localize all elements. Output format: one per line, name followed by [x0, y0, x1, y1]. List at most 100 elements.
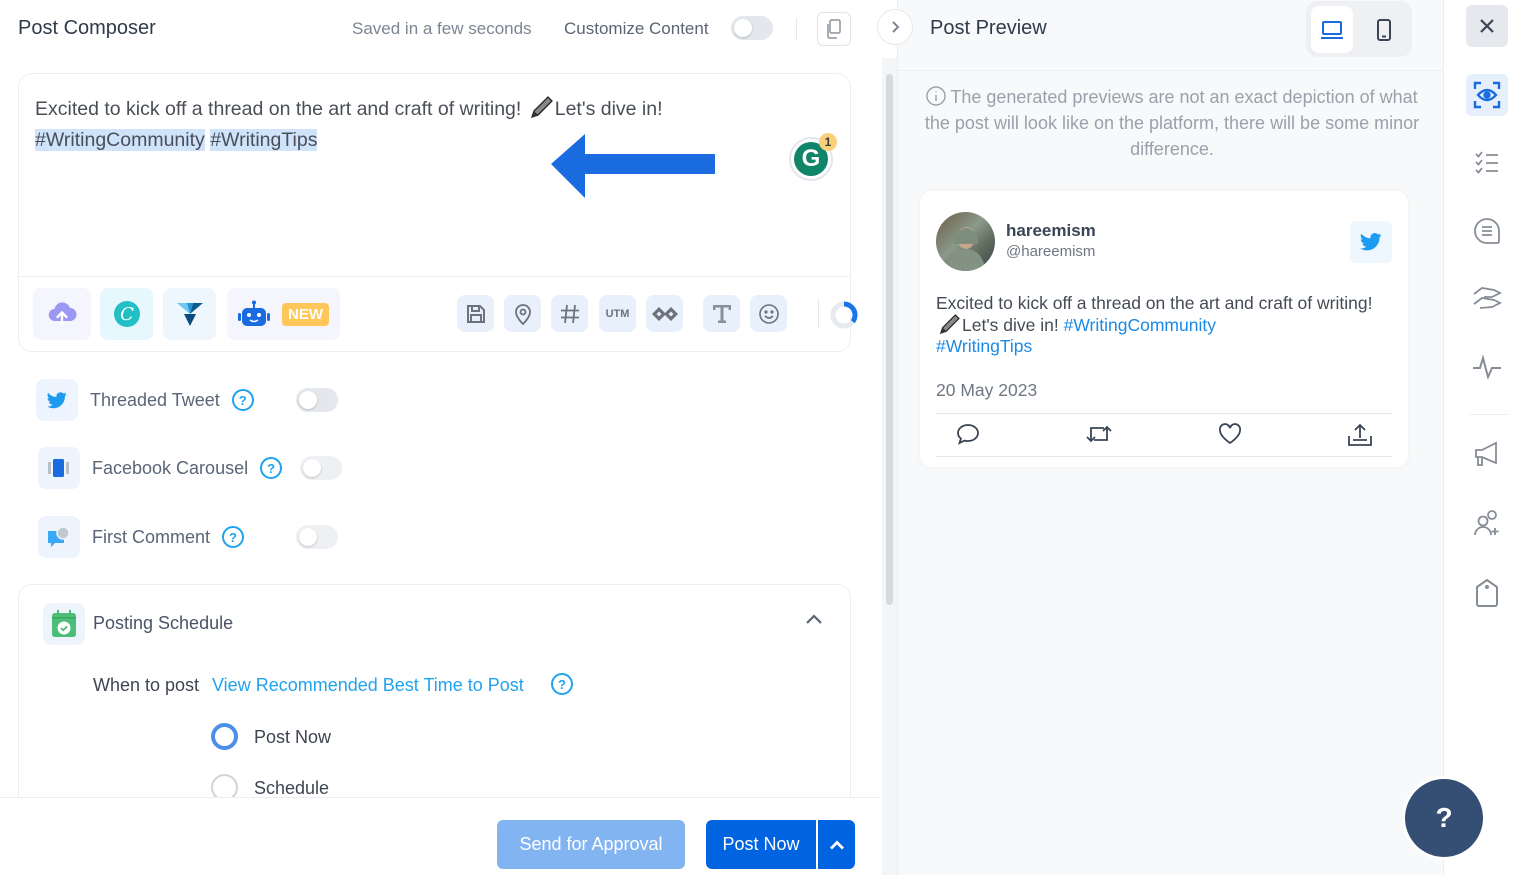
composer-scrollbar[interactable] [886, 74, 893, 605]
preview-disclaimer-text: The generated previews are not an exact … [924, 87, 1420, 159]
rail-tag-button[interactable] [1466, 572, 1508, 614]
preview-title: Post Preview [930, 17, 1047, 39]
hashtag-writing-tips: #WritingTips [210, 129, 318, 151]
rail-preview-button[interactable] [1466, 74, 1508, 116]
rail-collaboration-button[interactable] [1466, 277, 1508, 319]
tweet-date: 20 May 2023 [936, 380, 1038, 400]
chevron-up-icon [829, 840, 844, 849]
mobile-preview-button[interactable] [1363, 6, 1405, 53]
pencil-emoji-icon [939, 314, 960, 334]
tweet-text-2: Let's dive in! [962, 315, 1064, 335]
vistacreate-button[interactable] [163, 288, 216, 340]
location-button[interactable] [504, 295, 541, 332]
hashtag-writing-community: #WritingCommunity [35, 129, 205, 151]
customize-content-toggle[interactable] [731, 16, 773, 40]
post-composer: Post Composer Saved in a few seconds Cus… [0, 0, 880, 875]
hashtag-icon [560, 304, 579, 323]
upload-media-button[interactable] [33, 288, 91, 340]
new-badge: NEW [282, 302, 329, 326]
close-button[interactable] [1466, 5, 1508, 47]
floppy-disk-icon [466, 304, 485, 323]
save-draft-button[interactable] [457, 295, 494, 332]
tweet-hashtag-writing-community[interactable]: #WritingCommunity [1064, 315, 1216, 335]
preview-disclaimer: The generated previews are not an exact … [912, 84, 1432, 162]
ai-assistant-button[interactable]: NEW [227, 288, 340, 340]
laptop-icon [1321, 20, 1343, 39]
posting-schedule-card: Posting Schedule When to post View Recom… [18, 584, 851, 814]
preview-header: Post Preview [898, 0, 1444, 71]
editor-divider [19, 276, 850, 277]
post-now-button[interactable]: Post Now [706, 820, 816, 869]
best-time-help-icon[interactable]: ? [551, 673, 573, 695]
vistacreate-icon [176, 303, 203, 326]
customize-content-label: Customize Content [564, 19, 709, 38]
share-icon[interactable] [1347, 423, 1373, 447]
chevron-right-icon [891, 21, 899, 33]
smiley-icon [758, 303, 779, 324]
first-comment-help-icon[interactable]: ? [222, 526, 245, 548]
facebook-carousel-toggle[interactable] [300, 456, 343, 480]
device-toggle [1306, 1, 1412, 57]
utm-button[interactable]: UTM [599, 295, 636, 332]
send-for-approval-button[interactable]: Send for Approval [497, 820, 685, 869]
post-text-main: Excited to kick off a thread on the art … [35, 98, 527, 120]
canva-button[interactable]: C [100, 288, 153, 340]
post-options-dropdown-button[interactable] [818, 820, 855, 869]
carousel-option-icon-box [38, 447, 80, 489]
annotation-arrow-icon [551, 134, 715, 198]
rail-add-user-button[interactable] [1466, 502, 1508, 544]
threaded-tweet-toggle[interactable] [295, 388, 338, 412]
help-button[interactable]: ? [1405, 779, 1483, 857]
twitter-icon [1360, 233, 1382, 251]
avatar-image [946, 227, 986, 271]
right-rail [1443, 0, 1518, 875]
facebook-carousel-label: Facebook Carousel [92, 457, 249, 478]
post-now-radio[interactable] [211, 723, 238, 750]
cloud-upload-icon [48, 302, 77, 327]
posting-schedule-title: Posting Schedule [93, 613, 234, 633]
rail-checklist-button[interactable] [1466, 142, 1508, 184]
copy-button[interactable] [817, 12, 851, 46]
rail-comments-button[interactable] [1466, 210, 1508, 252]
emoji-button[interactable] [750, 295, 787, 332]
calendar-check-icon [52, 610, 76, 637]
desktop-preview-button[interactable] [1311, 6, 1353, 53]
tweet-author-name: hareemism [1006, 221, 1096, 240]
twitter-icon [47, 391, 67, 408]
threaded-tweet-help-icon[interactable]: ? [231, 389, 254, 411]
facebook-carousel-help-icon[interactable]: ? [260, 457, 283, 479]
grammarly-button[interactable]: G 1 [789, 133, 837, 181]
reply-icon[interactable] [956, 423, 980, 445]
tweet-author-handle: @hareemism [1006, 243, 1096, 260]
hashtag-button[interactable] [551, 295, 588, 332]
link-shortener-icon [651, 306, 678, 321]
post-preview-panel: Post Preview The generated previews are … [897, 0, 1444, 875]
comment-option-icon-box [38, 516, 80, 558]
info-icon [926, 86, 947, 106]
best-time-link[interactable]: View Recommended Best Time to Post [212, 675, 524, 696]
avatar [936, 212, 995, 271]
post-now-radio-label: Post Now [254, 727, 332, 747]
checklist-icon [1475, 151, 1498, 174]
rail-campaign-button[interactable] [1466, 433, 1508, 475]
robot-icon [238, 300, 270, 326]
heart-icon[interactable] [1218, 423, 1242, 445]
canva-icon: C [113, 301, 140, 327]
collapse-preview-button[interactable] [877, 9, 913, 45]
retweet-icon[interactable] [1085, 423, 1113, 445]
threaded-tweet-label: Threaded Tweet [90, 389, 220, 410]
composer-header: Post Composer Saved in a few seconds Cus… [0, 0, 870, 58]
rail-divider [1469, 414, 1509, 415]
link-shortener-button[interactable] [646, 295, 683, 332]
map-pin-icon [514, 303, 531, 325]
tweet-hashtag-writing-tips[interactable]: #WritingTips [936, 336, 1032, 356]
first-comment-toggle[interactable] [296, 525, 339, 549]
option-threaded-tweet: Threaded Tweet ? [36, 379, 338, 421]
text-format-icon [712, 304, 731, 323]
text-format-button[interactable] [703, 295, 740, 332]
carousel-icon [48, 459, 69, 477]
rail-activity-button[interactable] [1466, 346, 1508, 388]
chevron-up-icon[interactable] [805, 613, 823, 625]
header-divider [796, 18, 797, 40]
eye-scan-icon [1473, 81, 1501, 109]
